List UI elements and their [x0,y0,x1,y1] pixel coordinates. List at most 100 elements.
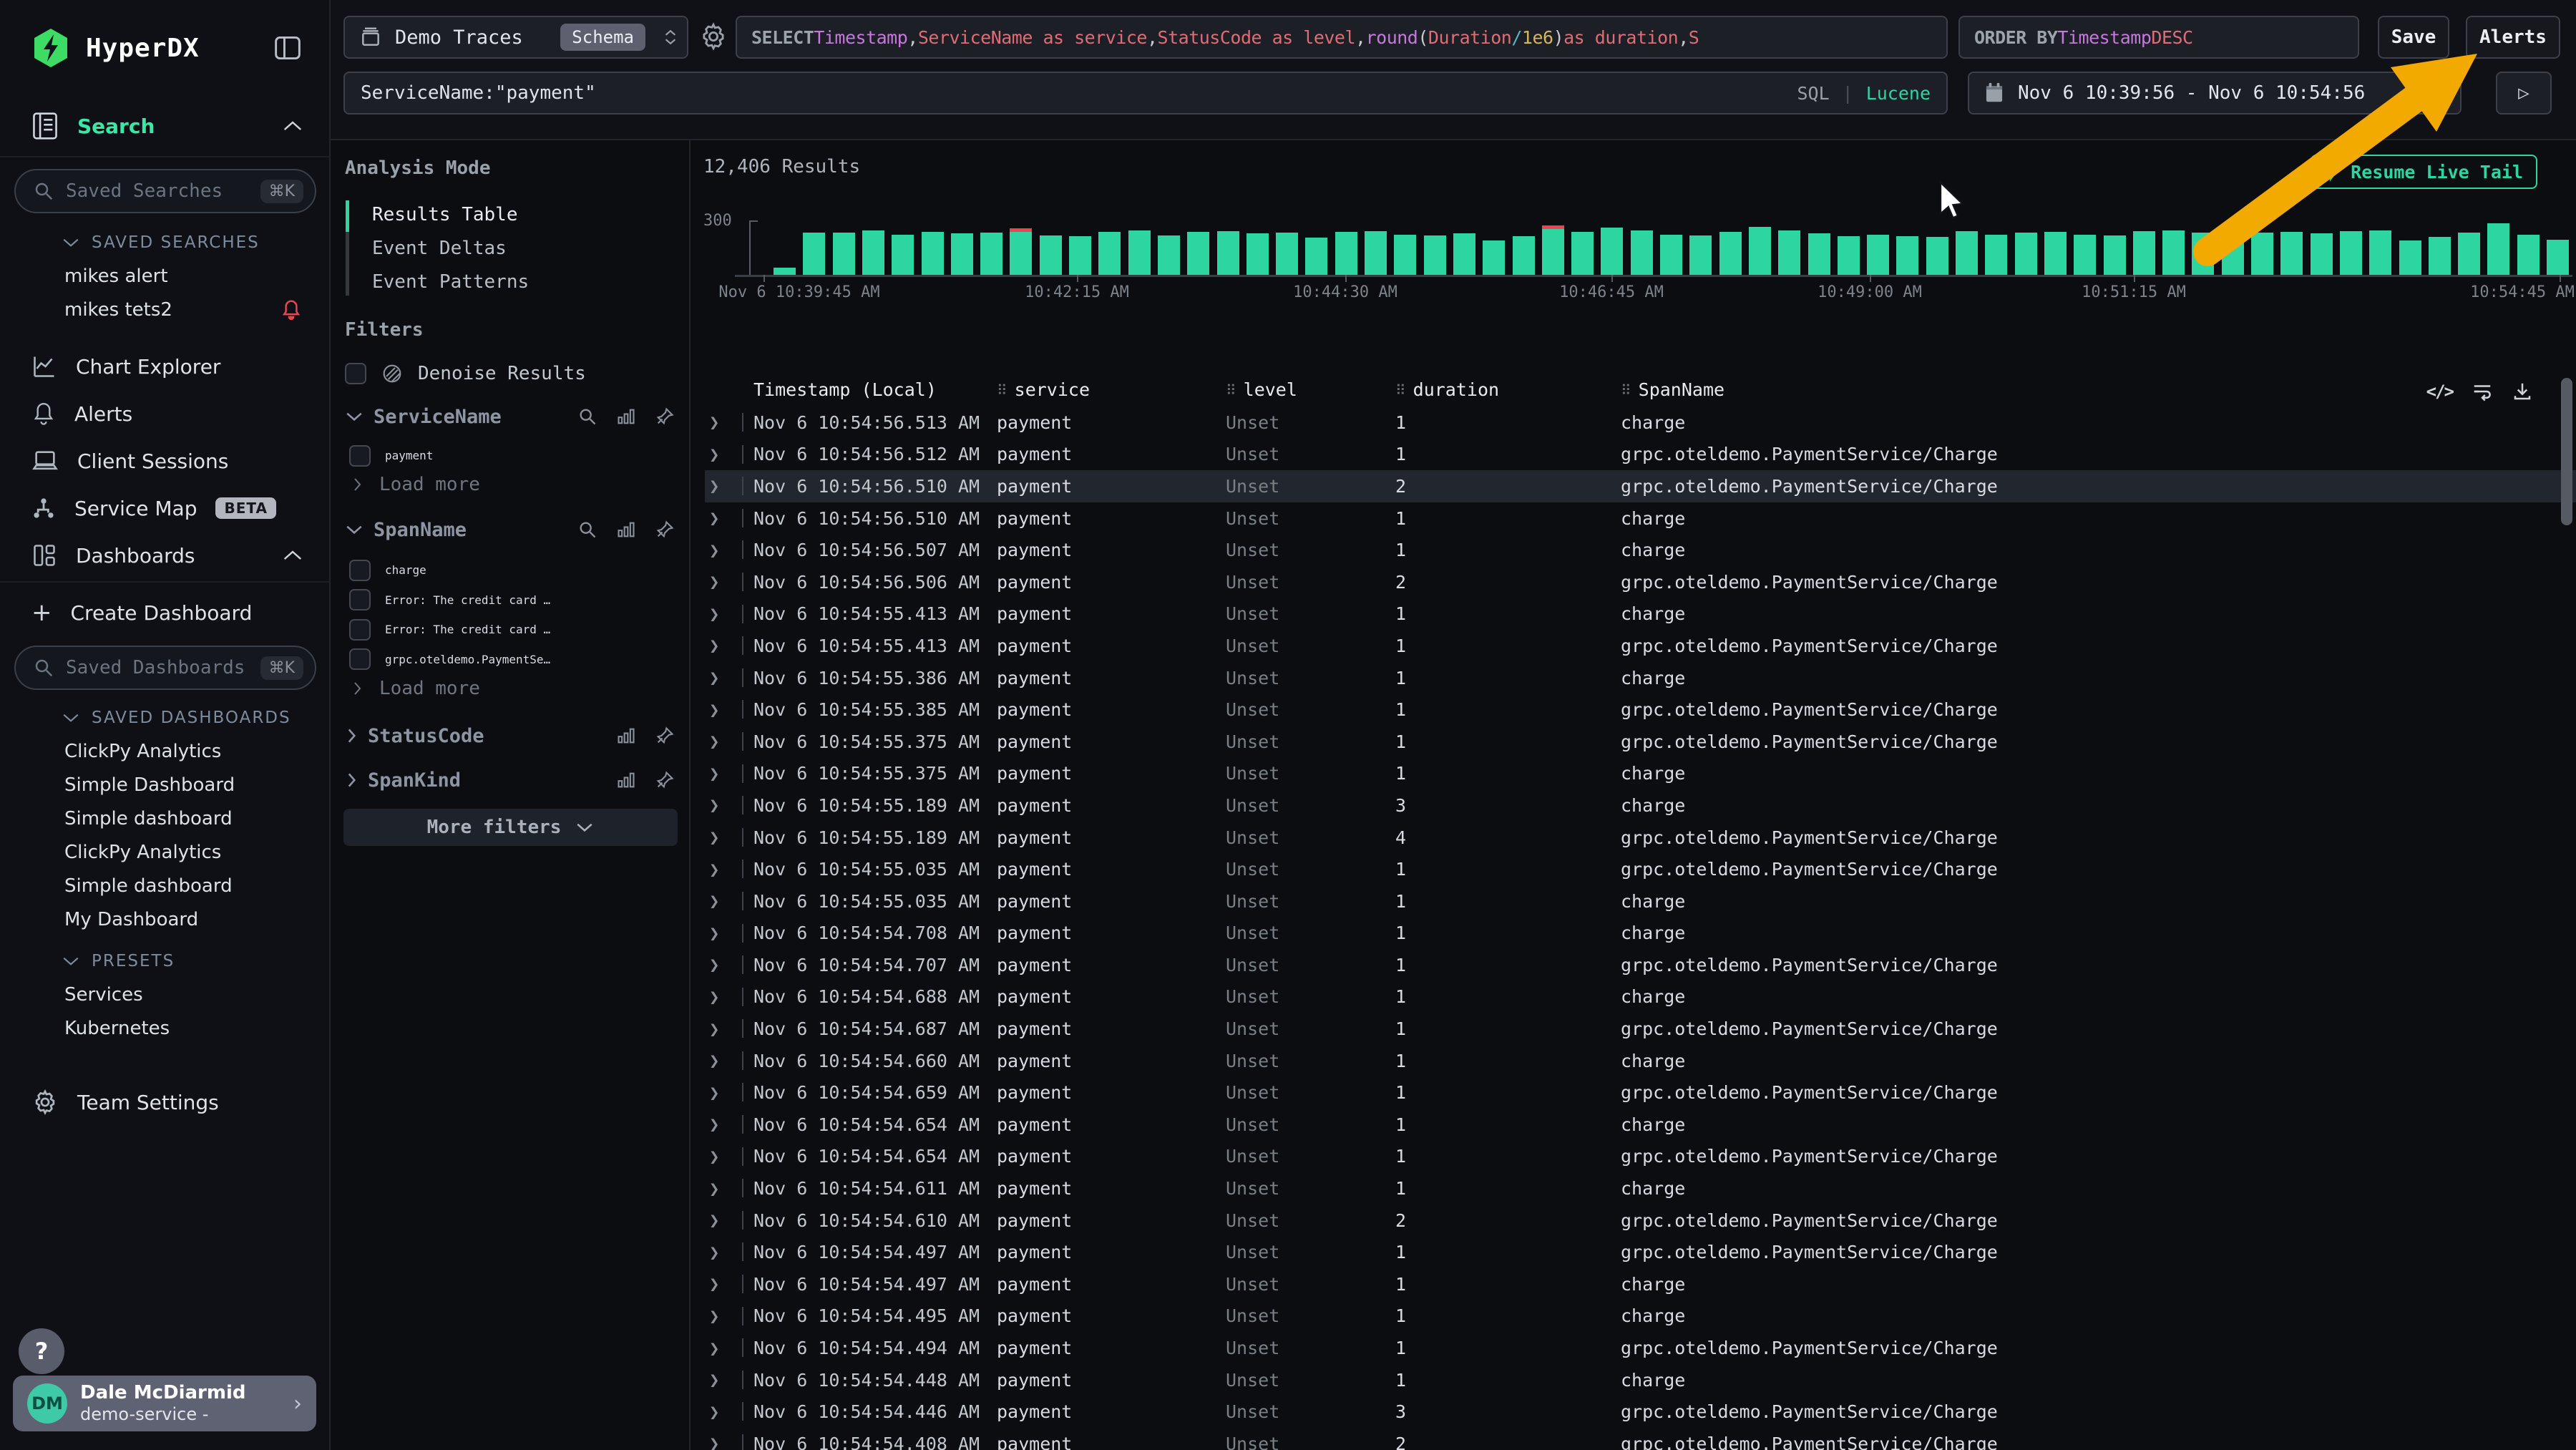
table-row[interactable]: ❯ Nov 6 10:54:54.654 AM payment Unset 1 … [705,1141,2576,1173]
save-button[interactable]: Save [2378,16,2449,59]
histogram-bar[interactable] [1749,227,1771,275]
pin-icon[interactable] [655,726,675,746]
histogram-bar[interactable] [1513,236,1535,275]
row-expander-icon[interactable]: ❯ [705,764,753,784]
histogram-bar[interactable] [1158,235,1180,275]
histogram-bar[interactable] [1571,232,1594,275]
table-row[interactable]: ❯ Nov 6 10:54:55.413 AM payment Unset 1 … [705,630,2576,662]
analysis-mode-event-patterns[interactable]: Event Patterns [346,265,675,298]
saved-searches-input[interactable]: Saved Searches ⌘K [14,169,316,213]
table-row[interactable]: ❯ Nov 6 10:54:55.189 AM payment Unset 4 … [705,822,2576,854]
row-expander-icon[interactable]: ❯ [705,476,753,496]
table-row[interactable]: ❯ Nov 6 10:54:54.660 AM payment Unset 1 … [705,1045,2576,1077]
row-expander-icon[interactable]: ❯ [705,1338,753,1358]
time-range-picker[interactable]: Nov 6 10:39:56 - Nov 6 10:54:56 [1968,72,2462,115]
analysis-mode-results-table[interactable]: Results Table [346,198,675,231]
row-expander-icon[interactable]: ❯ [705,700,753,720]
histogram-bar[interactable] [2044,232,2067,275]
table-row[interactable]: ❯ Nov 6 10:54:56.510 AM payment Unset 1 … [705,502,2576,535]
histogram-bar[interactable] [2015,233,2037,275]
table-row[interactable]: ❯ Nov 6 10:54:56.513 AM payment Unset 1 … [705,407,2576,439]
sidebar-nav-item[interactable]: Chart Explorer [31,349,303,384]
table-row[interactable]: ❯ Nov 6 10:54:54.688 AM payment Unset 1 … [705,981,2576,1013]
row-expander-icon[interactable]: ❯ [705,1051,753,1071]
checkbox[interactable] [349,648,371,670]
search-icon[interactable] [577,407,597,427]
table-row[interactable]: ❯ Nov 6 10:54:55.385 AM payment Unset 1 … [705,694,2576,726]
table-row[interactable]: ❯ Nov 6 10:54:55.375 AM payment Unset 1 … [705,726,2576,758]
saved-dashboards-section-header[interactable]: SAVED DASHBOARDS [62,709,291,727]
histogram-bar[interactable] [1069,236,1091,275]
chart-icon[interactable] [616,520,636,540]
sidebar-nav-item[interactable]: Client Sessions [31,444,303,478]
histogram-bar[interactable] [1483,240,1505,275]
col-level[interactable]: ⠿level [1226,379,1395,400]
histogram-bar[interactable] [803,233,825,275]
histogram-bar[interactable] [2311,233,2333,275]
table-row[interactable]: ❯ Nov 6 10:54:56.506 AM payment Unset 2 … [705,566,2576,598]
histogram-bar[interactable] [892,235,914,275]
row-expander-icon[interactable]: ❯ [705,1274,753,1294]
table-row[interactable]: ❯ Nov 6 10:54:56.512 AM payment Unset 1 … [705,439,2576,471]
load-more-servicename[interactable]: Load more [349,472,480,497]
download-icon[interactable] [2512,381,2533,402]
histogram-bar[interactable] [1867,235,1889,275]
histogram-bar[interactable] [1394,235,1416,275]
team-settings-item[interactable]: Team Settings [31,1085,303,1119]
table-row[interactable]: ❯ Nov 6 10:54:54.408 AM payment Unset 2 … [705,1428,2576,1450]
saved-dashboard-item[interactable]: My Dashboard [64,902,315,936]
table-row[interactable]: ❯ Nov 6 10:54:56.510 AM payment Unset 2 … [705,470,2576,502]
histogram-bar[interactable] [1335,232,1357,275]
preset-item[interactable]: Services [64,978,315,1011]
row-expander-icon[interactable]: ❯ [705,795,753,815]
pin-icon[interactable] [655,770,675,790]
histogram-bar[interactable] [2458,233,2480,275]
wrap-lines-icon[interactable] [2472,381,2493,402]
saved-dashboard-item[interactable]: Simple dashboard [64,802,315,835]
filter-option[interactable]: Error: The credit card … [349,585,675,615]
table-row[interactable]: ❯ Nov 6 10:54:54.446 AM payment Unset 3 … [705,1396,2576,1428]
load-more-spanname[interactable]: Load more [349,676,480,701]
filter-section-spanname[interactable]: SpanName [345,515,675,544]
alerts-button[interactable]: Alerts [2466,16,2560,59]
table-row[interactable]: ❯ Nov 6 10:54:55.413 AM payment Unset 1 … [705,598,2576,631]
checkbox[interactable] [349,445,371,467]
histogram-bar[interactable] [1128,230,1151,275]
filter-option[interactable]: grpc.oteldemo.PaymentSe… [349,645,675,675]
row-expander-icon[interactable]: ❯ [705,572,753,592]
histogram-bar[interactable] [833,233,855,275]
histogram-bar[interactable] [1689,235,1712,275]
histogram-bar[interactable] [1956,231,1978,275]
create-dashboard-button[interactable]: + Create Dashboard [31,595,303,630]
histogram-bar[interactable] [2104,235,2126,275]
filter-section-statuscode[interactable]: StatusCode [345,721,675,750]
user-menu[interactable]: DM Dale McDiarmid demo-service - › [13,1376,316,1431]
table-row[interactable]: ❯ Nov 6 10:54:55.035 AM payment Unset 1 … [705,853,2576,885]
table-row[interactable]: ❯ Nov 6 10:54:55.375 AM payment Unset 1 … [705,758,2576,790]
schema-badge[interactable]: Schema [560,24,645,51]
saved-dashboard-item[interactable]: ClickPy Analytics [64,734,315,768]
col-timestamp[interactable]: Timestamp (Local) [753,379,997,400]
table-row[interactable]: ❯ Nov 6 10:54:54.610 AM payment Unset 2 … [705,1205,2576,1237]
row-expander-icon[interactable]: ❯ [705,923,753,943]
sidebar-item-search[interactable]: Search [31,109,303,143]
presets-section-header[interactable]: PRESETS [62,952,175,970]
lucene-mode-toggle[interactable]: Lucene [1866,83,1931,104]
table-row[interactable]: ❯ Nov 6 10:54:55.035 AM payment Unset 1 … [705,885,2576,918]
analysis-mode-event-deltas[interactable]: Event Deltas [346,231,675,265]
histogram-bar[interactable] [1660,235,1682,275]
saved-dashboard-item[interactable]: Simple dashboard [64,869,315,902]
row-expander-icon[interactable]: ❯ [705,860,753,880]
gear-icon[interactable] [698,21,728,52]
col-spanname[interactable]: ⠿SpanName [1621,379,2497,400]
saved-dashboards-input[interactable]: Saved Dashboards ⌘K [14,646,316,690]
sql-mode-toggle[interactable]: SQL [1797,83,1829,104]
row-expander-icon[interactable]: ❯ [705,955,753,975]
histogram-bar[interactable] [1719,232,1742,275]
chevron-up-icon[interactable] [282,120,303,132]
row-expander-icon[interactable]: ❯ [705,1306,753,1326]
chart-icon[interactable] [616,770,636,790]
order-by-editor[interactable]: ORDER BY Timestamp DESC [1958,16,2359,59]
chart-icon[interactable] [616,407,636,427]
histogram-bar[interactable] [1838,236,1860,275]
